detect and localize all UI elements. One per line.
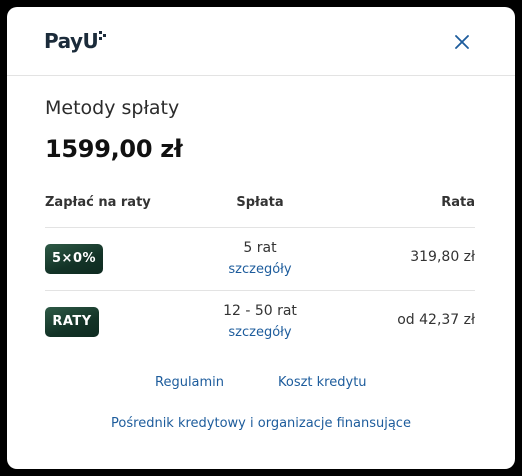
- repayment-cell: 5 rat szczegóły: [185, 238, 335, 280]
- installment-rate: 319,80 zł: [410, 249, 475, 265]
- close-button[interactable]: [447, 27, 477, 57]
- modal-header: PayU: [7, 7, 515, 76]
- table-row: 5×0% 5 rat szczegóły 319,80 zł: [45, 227, 475, 290]
- column-header-repayment: Spłata: [45, 195, 475, 210]
- installment-count: 5 rat: [243, 240, 277, 256]
- table-row: RATY 12 - 50 rat szczegóły od 42,37 zł: [45, 290, 475, 353]
- offer-badge: RATY: [45, 307, 99, 337]
- logo-accent-icon: [99, 31, 107, 40]
- details-link[interactable]: szczegóły: [228, 323, 291, 343]
- details-link[interactable]: szczegóły: [228, 260, 291, 280]
- offer-badge: 5×0%: [45, 244, 104, 274]
- intermediary-link[interactable]: Pośrednik kredytowy i organizacje finans…: [7, 416, 515, 431]
- terms-link[interactable]: Regulamin: [155, 375, 224, 390]
- credit-cost-link[interactable]: Koszt kredytu: [278, 375, 367, 390]
- installment-count: 12 - 50 rat: [223, 303, 297, 319]
- page-title: Metody spłaty: [45, 97, 180, 119]
- installments-modal: PayU Metody spłaty 1599,00 zł Zapłać na …: [7, 7, 515, 469]
- logo-text: PayU: [44, 29, 99, 53]
- column-header-rate: Rata: [441, 195, 475, 210]
- total-amount: 1599,00 zł: [45, 135, 183, 163]
- payu-logo: PayU: [44, 26, 109, 56]
- column-header-repayment-label: Spłata: [236, 195, 284, 210]
- installment-rate: od 42,37 zł: [397, 312, 475, 328]
- close-icon: [455, 35, 469, 49]
- repayment-cell: 12 - 50 rat szczegóły: [185, 301, 335, 343]
